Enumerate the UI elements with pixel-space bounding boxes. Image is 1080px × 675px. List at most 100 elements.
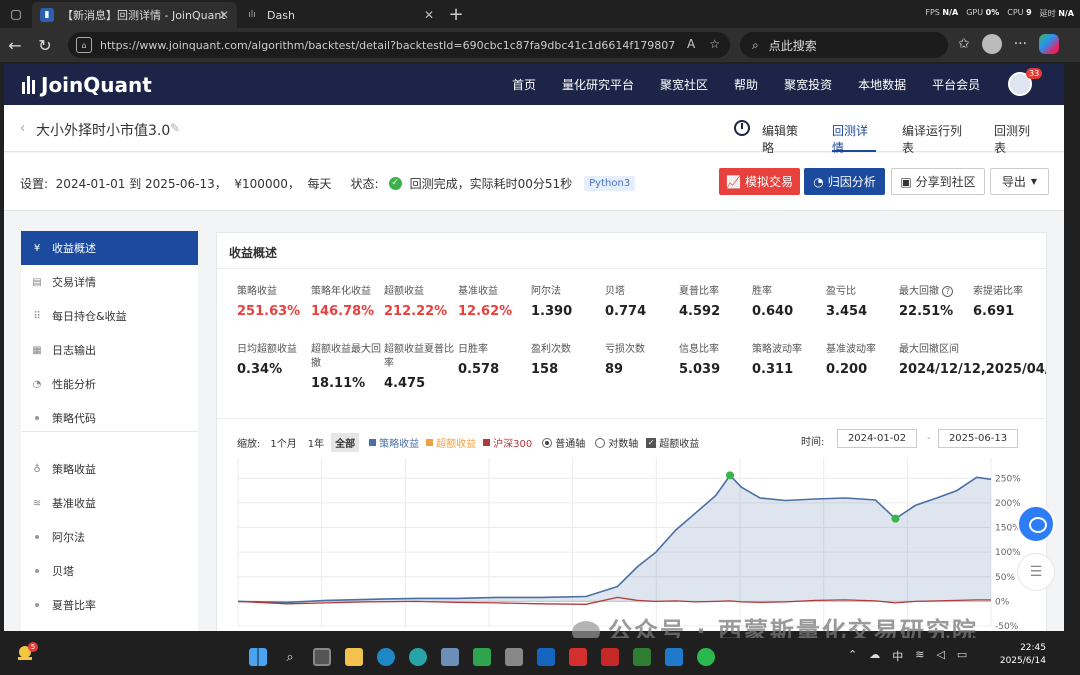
site-logo[interactable]: JoinQuant xyxy=(22,73,152,97)
read-aloud-icon[interactable]: A͏ xyxy=(687,37,695,51)
refresh-icon[interactable]: ↻ xyxy=(30,30,60,60)
jq-icon: ▮ xyxy=(40,8,54,22)
wechat-app-icon[interactable] xyxy=(690,644,722,670)
windows-start-icon[interactable] xyxy=(242,644,274,670)
pencil-icon[interactable]: ✎ xyxy=(170,121,180,135)
legend-strategy[interactable]: 策略收益 xyxy=(379,435,419,450)
terminal-icon[interactable] xyxy=(626,644,658,670)
help-icon[interactable]: ? xyxy=(942,286,954,297)
cloud-icon[interactable]: ☁ xyxy=(869,648,880,664)
outlook-icon[interactable] xyxy=(530,644,562,670)
nav-invest[interactable]: 聚宽投资 xyxy=(784,76,832,93)
close-icon[interactable]: ✕ xyxy=(219,8,229,22)
close-icon[interactable]: ✕ xyxy=(424,8,434,22)
copilot-icon[interactable] xyxy=(1039,34,1060,54)
radio-normal-axis[interactable] xyxy=(542,437,553,448)
clock[interactable]: 22:45 2025/6/14 xyxy=(998,642,1046,668)
export-dropdown[interactable]: 导出 ▼ xyxy=(990,168,1049,195)
date-from-input[interactable]: 2024-01-02 xyxy=(837,429,917,448)
task-view-icon[interactable] xyxy=(306,644,338,670)
tab-backtest-detail[interactable]: 回测详情 xyxy=(832,105,876,155)
chevron-up-icon[interactable]: ⌃ xyxy=(848,648,857,664)
radio-log-axis[interactable] xyxy=(595,437,606,448)
bulb-icon: ♁ xyxy=(33,463,41,475)
stat-benchmark-return: 基准收益 12.62% xyxy=(458,286,513,319)
sidebar-item-alpha[interactable]: 阿尔法 xyxy=(21,520,198,554)
nav-help[interactable]: 帮助 xyxy=(734,76,758,93)
sidebar-item-performance[interactable]: ◔ 性能分析 xyxy=(21,367,198,401)
logo-icon xyxy=(22,76,35,94)
tab-edit-strategy[interactable]: 编辑策略 xyxy=(762,105,806,155)
sidebar-item-beta[interactable]: 贝塔 xyxy=(21,554,198,588)
store-icon[interactable] xyxy=(466,644,498,670)
sidebar-item-strategy-return[interactable]: ♁ 策略收益 xyxy=(21,452,198,486)
sidebar-item-overview[interactable]: ¥ 收益概述 xyxy=(21,231,198,265)
checkbox-excess[interactable]: ✓ xyxy=(646,437,657,448)
favorites-icon[interactable]: ✩ xyxy=(958,36,970,52)
list-menu-button[interactable]: ☰ xyxy=(1017,553,1055,591)
simulate-trade-button[interactable]: 📈 模拟交易 xyxy=(719,168,800,195)
browser-tab-strip: ▢ ▮ 【新消息】回测详情 - JoinQuant ✕ ılı Dash ✕ +… xyxy=(0,0,1080,28)
nav-membership[interactable]: 平台会员 xyxy=(932,76,980,93)
site-header: JoinQuant 首页 量化研究平台 聚宽社区 帮助 聚宽投资 本地数据 平台… xyxy=(4,64,1064,105)
chevron-left-icon[interactable]: ‹ xyxy=(20,121,25,136)
url-bar[interactable]: ⌂ https://www.joinquant.com/algorithm/ba… xyxy=(68,32,730,58)
legend-hs300[interactable]: 沪深300 xyxy=(493,435,532,450)
comment-icon: ▣ xyxy=(900,174,912,189)
search-icon: ⌕ xyxy=(752,37,759,52)
ime-indicator[interactable]: 中 xyxy=(892,648,903,664)
tab-backtest-list[interactable]: 回测列表 xyxy=(994,105,1038,155)
sidebar-item-code[interactable]: 策略代码 xyxy=(21,401,198,435)
zoom-1year[interactable]: 1年 xyxy=(304,433,328,452)
stat-benchmark-volatility: 基准波动率 0.200 xyxy=(826,344,876,377)
calculator-icon[interactable] xyxy=(434,644,466,670)
tab-compile-list[interactable]: 编译运行列表 xyxy=(902,105,968,155)
window-menu-icon[interactable]: ▢ xyxy=(0,0,32,28)
taskbar: 5 ⌕ ⌃ ☁ 中 ≋ ◁ ▭ 22:45 2025/6/14 xyxy=(0,638,1080,675)
search-box[interactable]: ⌕ 点此搜索 xyxy=(740,32,948,58)
wps-icon[interactable] xyxy=(562,644,594,670)
edge-icon[interactable] xyxy=(370,644,402,670)
tab-joinquant[interactable]: ▮ 【新消息】回测详情 - JoinQuant ✕ xyxy=(32,2,237,28)
ths-icon[interactable] xyxy=(594,644,626,670)
date-to-input[interactable]: 2025-06-13 xyxy=(938,429,1018,448)
sidebar-item-sharpe[interactable]: 夏普比率 xyxy=(21,588,198,622)
date-separator: - xyxy=(927,433,931,444)
nav-community[interactable]: 聚宽社区 xyxy=(660,76,708,93)
stat-win-rate: 胜率 0.640 xyxy=(752,286,794,319)
speaker-icon[interactable]: ◁ xyxy=(936,648,944,664)
back-arrow-icon[interactable]: ← xyxy=(0,30,30,60)
nav-local-data[interactable]: 本地数据 xyxy=(858,76,906,93)
zoom-all[interactable]: 全部 xyxy=(331,433,360,452)
share-button[interactable]: ▣ 分享到社区 xyxy=(891,168,985,195)
wifi-icon[interactable]: ≋ xyxy=(915,648,924,664)
dot-icon xyxy=(35,569,39,573)
vscode-icon[interactable] xyxy=(658,644,690,670)
cube-icon[interactable] xyxy=(498,644,530,670)
profile-avatar[interactable] xyxy=(981,34,1002,54)
sidebar: ¥ 收益概述 ▤ 交易详情 ⠿ 每日持仓&收益 ▦ 日志输出 ◔ 性能分析 策略代码 ♁ 策… xyxy=(21,231,198,631)
battery-icon[interactable]: ▭ xyxy=(957,648,967,664)
edge-dev-icon[interactable] xyxy=(402,644,434,670)
zoom-1month[interactable]: 1个月 xyxy=(266,433,300,452)
returns-chart[interactable]: 250%200%150%100%50%0%-50% xyxy=(233,454,1043,631)
nav-home[interactable]: 首页 xyxy=(512,76,536,93)
nav-research[interactable]: 量化研究平台 xyxy=(562,76,634,93)
taskbar-search-icon[interactable]: ⌕ xyxy=(274,644,306,670)
file-explorer-icon[interactable] xyxy=(338,644,370,670)
more-icon[interactable]: ··· xyxy=(1014,36,1027,52)
drawdown-marker xyxy=(891,514,900,523)
divider xyxy=(217,268,1046,269)
sidebar-item-trades[interactable]: ▤ 交易详情 xyxy=(21,265,198,299)
site-info-icon[interactable]: ⌂ xyxy=(76,37,92,53)
legend-excess[interactable]: 超额收益 xyxy=(436,435,476,450)
new-tab-button[interactable]: + xyxy=(442,4,470,25)
star-icon[interactable]: ☆ xyxy=(709,37,720,51)
sidebar-item-benchmark[interactable]: ≋ 基准收益 xyxy=(21,486,198,520)
address-bar-row: ← ↻ ⌂ https://www.joinquant.com/algorith… xyxy=(0,28,1080,62)
sidebar-item-positions[interactable]: ⠿ 每日持仓&收益 xyxy=(21,299,198,333)
tab-dash[interactable]: ılı Dash ✕ xyxy=(237,2,442,28)
customer-service-button[interactable] xyxy=(1017,505,1055,543)
attribution-button[interactable]: ◔ 归因分析 xyxy=(804,168,885,195)
sidebar-item-logs[interactable]: ▦ 日志输出 xyxy=(21,333,198,367)
